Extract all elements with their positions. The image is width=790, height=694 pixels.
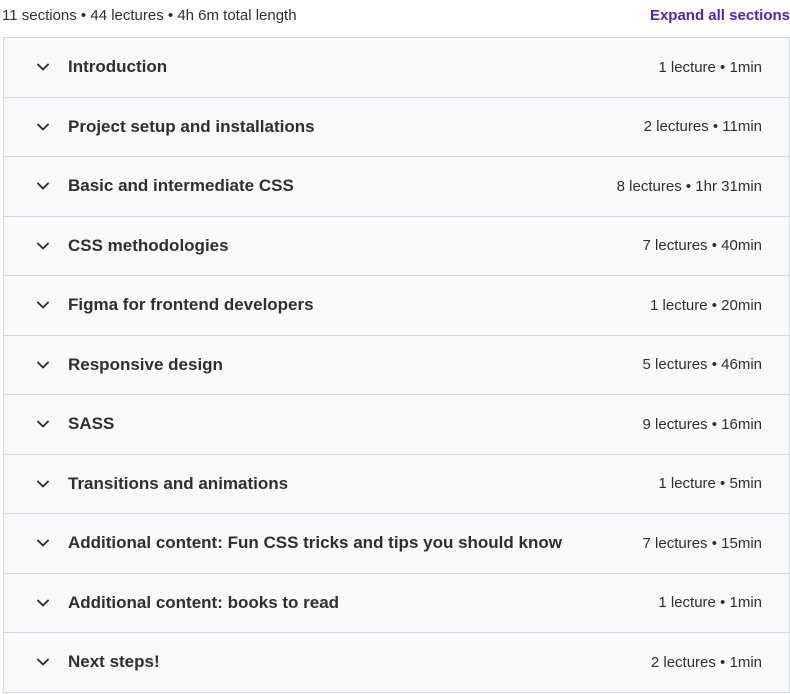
- section-title: Basic and intermediate CSS: [68, 176, 294, 196]
- section-lecture-count: 7 lectures • 15min: [642, 534, 762, 552]
- section-lecture-count: 5 lectures • 46min: [642, 356, 762, 374]
- section-title: Project setup and installations: [68, 116, 315, 136]
- chevron-down-icon[interactable]: [36, 298, 50, 312]
- chevron-down-icon[interactable]: [36, 60, 50, 74]
- section-lecture-count: 2 lectures • 11min: [643, 118, 762, 136]
- section-title: Responsive design: [68, 354, 223, 374]
- section-row[interactable]: Figma for frontend developers 1 lecture •…: [4, 276, 789, 336]
- chevron-down-icon[interactable]: [36, 536, 50, 550]
- chevron-down-icon[interactable]: [36, 477, 50, 491]
- section-lecture-count: 1 lecture • 1min: [658, 58, 762, 76]
- section-row[interactable]: Basic and intermediate CSS 8 lectures • 1…: [4, 157, 789, 217]
- section-title: Additional content: books to read: [68, 592, 340, 612]
- chevron-down-icon[interactable]: [36, 179, 50, 193]
- chevron-down-icon[interactable]: [36, 596, 50, 610]
- section-title: Transitions and animations: [68, 473, 289, 493]
- section-row[interactable]: Introduction 1 lecture • 1min: [4, 38, 789, 98]
- course-content-panel: 11 sections • 44 lectures • 4h 6m total …: [0, 0, 790, 694]
- section-lecture-count: 1 lecture • 5min: [658, 475, 762, 493]
- chevron-down-icon[interactable]: [36, 417, 50, 431]
- section-title: Next steps!: [68, 652, 160, 672]
- chevron-down-icon[interactable]: [36, 358, 50, 372]
- section-row[interactable]: Next steps! 2 lectures • 1min: [4, 633, 789, 693]
- chevron-down-icon[interactable]: [36, 239, 50, 253]
- section-row[interactable]: Project setup and installations 2 lecture…: [4, 97, 789, 157]
- chevron-down-icon[interactable]: [36, 120, 50, 134]
- curriculum-summary-bar: 11 sections • 44 lectures • 4h 6m total …: [0, 0, 790, 30]
- section-title: Figma for frontend developers: [68, 295, 314, 315]
- section-row[interactable]: Responsive design 5 lectures • 46min: [4, 335, 789, 395]
- section-title: Introduction: [68, 57, 168, 77]
- section-title: SASS: [68, 414, 115, 434]
- section-row[interactable]: Additional content: Fun CSS tricks and t…: [4, 514, 789, 574]
- section-title: Additional content: Fun CSS tricks and t…: [68, 533, 562, 553]
- chevron-down-icon[interactable]: [36, 655, 50, 669]
- section-lecture-count: 9 lectures • 16min: [642, 415, 762, 433]
- curriculum-summary: 11 sections • 44 lectures • 4h 6m total …: [2, 6, 297, 24]
- section-row[interactable]: CSS methodologies 7 lectures • 40min: [4, 216, 789, 276]
- section-lecture-count: 1 lecture • 20min: [650, 296, 762, 314]
- section-lecture-count: 2 lectures • 1min: [650, 653, 762, 671]
- section-title: CSS methodologies: [68, 235, 229, 255]
- section-row[interactable]: Additional content: books to read 1 lectu…: [4, 573, 789, 633]
- section-lecture-count: 8 lectures • 1hr 31min: [616, 177, 762, 195]
- expand-all-sections-button[interactable]: Expand all sections: [650, 7, 790, 24]
- section-row[interactable]: SASS 9 lectures • 16min: [4, 395, 789, 455]
- section-lecture-count: 1 lecture • 1min: [658, 594, 762, 612]
- section-row[interactable]: Transitions and animations 1 lecture • 5m…: [4, 454, 789, 514]
- section-list: Introduction 1 lecture • 1min Project setu…: [3, 37, 790, 693]
- section-lecture-count: 7 lectures • 40min: [642, 237, 762, 255]
